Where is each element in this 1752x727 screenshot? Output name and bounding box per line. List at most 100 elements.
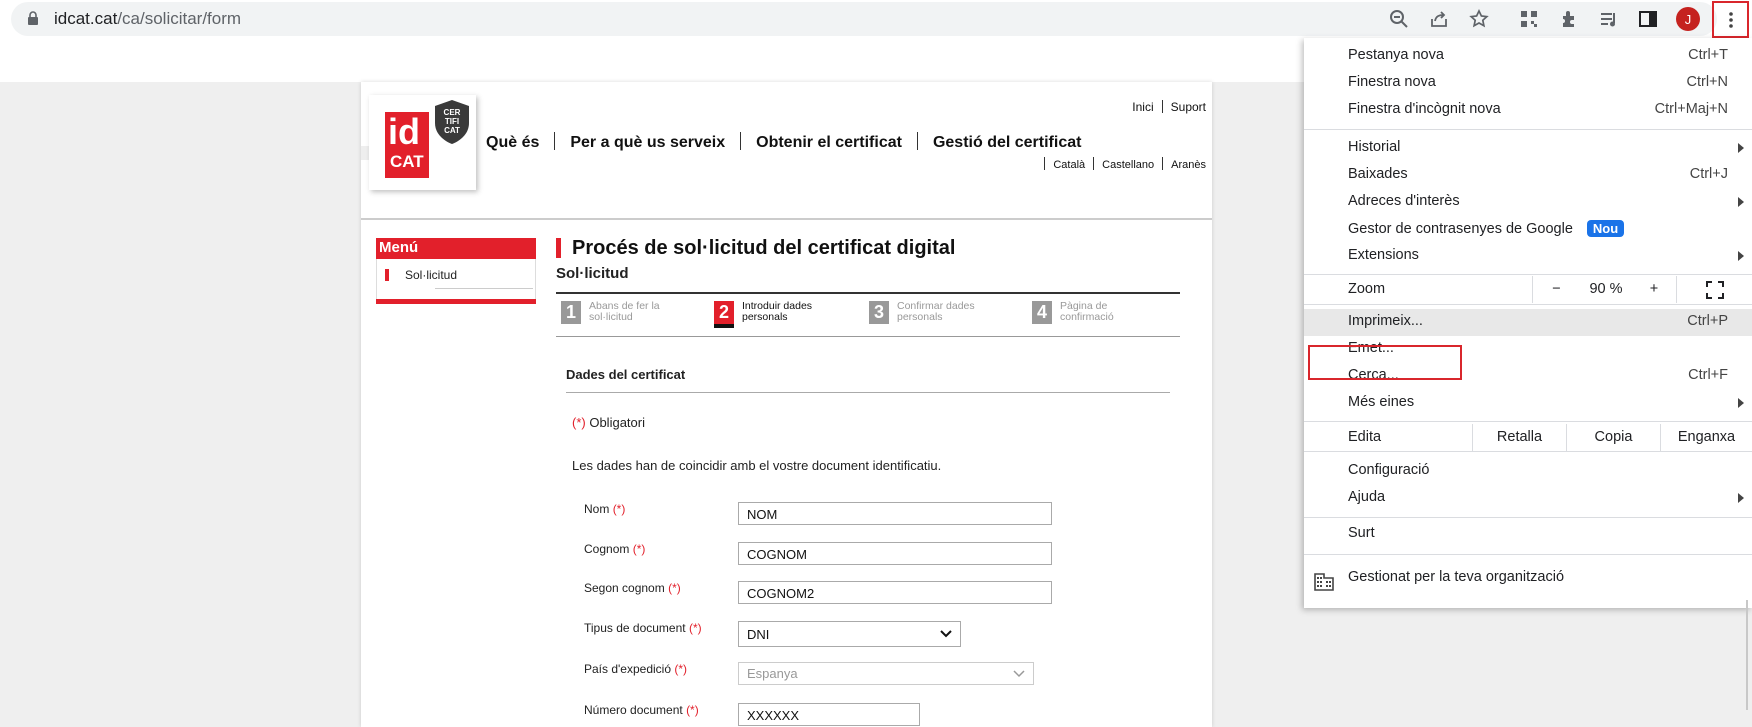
zoom-icon[interactable] xyxy=(1388,8,1410,30)
lang-aranes[interactable]: Aranès xyxy=(1171,159,1206,171)
idcat-logo[interactable]: id CAT CER TIFI CAT xyxy=(369,95,476,190)
language-switcher: Català Castellano Aranès xyxy=(1044,157,1206,171)
nav-que-es[interactable]: Què és xyxy=(486,134,539,151)
label-numero-document: Número document (*) xyxy=(584,703,699,717)
divider xyxy=(1304,129,1752,130)
zoom-out-button[interactable]: − xyxy=(1532,276,1580,303)
chevron-down-icon xyxy=(940,630,952,638)
progress-steps: 1 Abans de fer la sol·licitud 2 Introduir … xyxy=(556,292,1180,337)
form-note: Les dades han de coincidir amb el vostre… xyxy=(572,458,942,473)
scrollbar[interactable] xyxy=(1746,600,1748,710)
divider xyxy=(1304,554,1752,555)
divider xyxy=(1304,517,1752,518)
nav-gestio[interactable]: Gestió del certificat xyxy=(933,134,1082,151)
nav-per-a-que[interactable]: Per a què us serveix xyxy=(570,134,725,151)
zoom-level: 90 % xyxy=(1589,281,1623,297)
link-inici[interactable]: Inici xyxy=(1132,100,1153,114)
label-pais-expedicio: País d'expedició (*) xyxy=(584,662,688,676)
submenu-arrow-icon xyxy=(1738,197,1744,207)
share-icon[interactable] xyxy=(1428,8,1450,30)
print-highlight-box xyxy=(1308,345,1462,380)
section-title: Dades del certificat xyxy=(566,367,1170,393)
input-cognom[interactable]: COGNOM xyxy=(738,542,1052,565)
menu-password-manager[interactable]: Gestor de contrasenyes de Google Nou xyxy=(1304,216,1752,243)
input-numero-document[interactable]: XXXXXX xyxy=(738,703,920,726)
page-title: Procés de sol·licitud del certificat dig… xyxy=(556,238,955,258)
label-segon-cognom: Segon cognom (*) xyxy=(584,581,681,595)
input-segon-cognom[interactable]: COGNOM2 xyxy=(738,581,1052,604)
sidebar-item-solicitud[interactable]: Sol·licitud xyxy=(385,269,457,281)
divider xyxy=(1304,451,1752,452)
zoom-in-button[interactable]: + xyxy=(1632,276,1676,303)
logo-red-block: id CAT xyxy=(385,112,429,178)
profile-avatar[interactable]: J xyxy=(1676,7,1700,31)
divider xyxy=(1304,274,1752,275)
sidebar-title: Menú xyxy=(376,238,536,259)
web-page: id CAT CER TIFI CAT Inici Suport Què és Pe… xyxy=(361,82,1212,727)
lang-castellano[interactable]: Castellano xyxy=(1102,159,1154,171)
step-3: 3 Confirmar dades personals xyxy=(869,301,997,324)
logo-id-text: id xyxy=(388,111,420,152)
copy-button[interactable]: Copia xyxy=(1566,424,1660,451)
extensions-icon[interactable] xyxy=(1558,8,1580,30)
menu-downloads[interactable]: Baixades Ctrl+J xyxy=(1304,162,1752,189)
url-text[interactable]: idcat.cat/ca/solicitar/form xyxy=(54,9,241,29)
cut-button[interactable]: Retalla xyxy=(1472,424,1566,451)
label-tipus-document: Tipus de document (*) xyxy=(584,621,702,635)
menu-print[interactable]: Imprimeix... Ctrl+P xyxy=(1304,309,1752,336)
submenu-arrow-icon xyxy=(1738,493,1744,503)
page-subtitle: Sol·licitud xyxy=(556,265,629,282)
kebab-menu-icon xyxy=(1728,11,1733,28)
link-suport[interactable]: Suport xyxy=(1171,100,1206,114)
menu-extensions[interactable]: Extensions xyxy=(1304,243,1752,270)
menu-edit: Edita Retalla Copia Enganxa xyxy=(1304,424,1752,451)
qr-code-icon[interactable] xyxy=(1518,8,1540,30)
lang-catala[interactable]: Català xyxy=(1053,159,1085,171)
menu-help[interactable]: Ajuda xyxy=(1304,485,1752,512)
chrome-menu: Pestanya nova Ctrl+T Finestra nova Ctrl+N … xyxy=(1304,38,1752,608)
logo-cat-text: CAT xyxy=(390,152,424,171)
fullscreen-button[interactable] xyxy=(1676,276,1752,303)
svg-text:CAT: CAT xyxy=(444,126,460,135)
menu-new-tab[interactable]: Pestanya nova Ctrl+T xyxy=(1304,43,1752,70)
step-2: 2 Introduir dades personals xyxy=(714,301,842,328)
chevron-down-icon xyxy=(1013,669,1025,677)
svg-text:TIFI: TIFI xyxy=(445,117,459,126)
menu-bookmarks[interactable]: Adreces d'interès xyxy=(1304,189,1752,216)
side-panel-icon[interactable] xyxy=(1637,8,1659,30)
submenu-arrow-icon xyxy=(1738,251,1744,261)
fullscreen-icon xyxy=(1705,281,1724,299)
menu-more-tools[interactable]: Més eines xyxy=(1304,390,1752,417)
divider xyxy=(1304,304,1752,305)
label-cognom: Cognom (*) xyxy=(584,542,646,556)
label-nom: Nom (*) xyxy=(584,502,626,516)
menu-managed[interactable]: Gestionat per la teva organització xyxy=(1304,565,1752,592)
menu-exit[interactable]: Surt xyxy=(1304,521,1752,548)
menu-history[interactable]: Historial xyxy=(1304,135,1752,162)
select-tipus-document[interactable]: DNI xyxy=(738,621,961,647)
main-nav: Què és Per a què us serveix Obtenir el cer… xyxy=(486,132,1081,152)
menu-zoom: Zoom − 90 % + xyxy=(1304,276,1752,303)
menu-new-window[interactable]: Finestra nova Ctrl+N xyxy=(1304,70,1752,97)
required-legend: (*) Obligatori xyxy=(572,415,645,430)
menu-settings[interactable]: Configuració xyxy=(1304,458,1752,485)
paste-button[interactable]: Enganxa xyxy=(1660,424,1752,451)
lock-icon[interactable] xyxy=(27,11,39,25)
building-icon xyxy=(1314,573,1334,591)
browser-toolbar: idcat.cat/ca/solicitar/form J xyxy=(0,0,1752,38)
select-pais-expedicio[interactable]: Espanya xyxy=(738,662,1034,685)
media-playlist-icon[interactable] xyxy=(1598,8,1620,30)
new-badge: Nou xyxy=(1586,220,1625,237)
address-bar[interactable] xyxy=(11,2,1717,36)
submenu-arrow-icon xyxy=(1738,398,1744,408)
input-nom[interactable]: NOM xyxy=(738,502,1052,525)
menu-new-incognito[interactable]: Finestra d'incògnit nova Ctrl+Maj+N xyxy=(1304,97,1752,124)
chrome-menu-button[interactable] xyxy=(1712,1,1749,38)
certificat-seal-icon: CER TIFI CAT xyxy=(435,100,469,144)
bookmark-star-icon[interactable] xyxy=(1468,8,1490,30)
step-4: 4 Pàgina de confirmació xyxy=(1032,301,1160,324)
svg-text:CER: CER xyxy=(444,108,461,117)
header-divider xyxy=(361,218,1212,220)
submenu-arrow-icon xyxy=(1738,143,1744,153)
nav-obtenir[interactable]: Obtenir el certificat xyxy=(756,134,902,151)
